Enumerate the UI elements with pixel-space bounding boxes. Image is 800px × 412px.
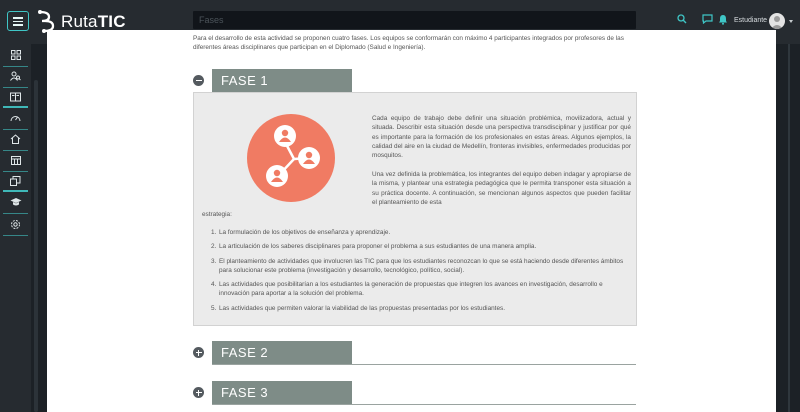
sidebar-item-calendar[interactable] (0, 150, 31, 170)
phase-2-tab[interactable]: FASE 2 (212, 341, 352, 364)
search-icon[interactable] (677, 14, 687, 24)
phase-divider (212, 404, 636, 405)
sidebar-item-dashboard[interactable] (0, 108, 31, 128)
gear-icon (11, 219, 20, 229)
sidebar-item-settings[interactable] (0, 214, 31, 234)
sidebar-item-user-search[interactable] (0, 66, 31, 86)
collapse-minus-icon[interactable] (193, 75, 204, 86)
user-avatar-icon (771, 16, 783, 29)
user-role-label[interactable]: Estudiante (734, 17, 767, 24)
phase-3-header[interactable]: FASE 3 (193, 381, 636, 405)
main-content: Para el desarrollo de esta actividad se … (47, 30, 776, 412)
expand-plus-icon[interactable] (193, 347, 204, 358)
expand-plus-icon[interactable] (193, 387, 204, 398)
phase-1-paragraph-1: Cada equipo de trabajo debe definir una … (372, 115, 631, 160)
chevron-down-icon[interactable] (789, 20, 793, 23)
phase-1-panel: Cada equipo de trabajo debe definir una … (193, 92, 637, 326)
list-item: 2. La articulación de los saberes discipl… (211, 243, 537, 251)
sidebar-item-book[interactable] (0, 87, 31, 107)
team-network-illustration-icon (247, 114, 335, 202)
grid-icon (10, 50, 21, 60)
list-item: 1. La formulación de los objetivos de ens… (211, 229, 391, 236)
avatar[interactable] (769, 13, 785, 29)
graduation-cap-icon (10, 198, 21, 206)
phase-1-tab[interactable]: FASE 1 (212, 69, 352, 92)
hamburger-menu-button[interactable] (7, 11, 29, 31)
phase-1-header[interactable]: FASE 1 (193, 69, 636, 93)
sidebar-item-layers[interactable] (0, 171, 31, 191)
phase-1-aspects-list: 1. La formulación de los objetivos de ens… (211, 228, 631, 318)
dashboard-gauge-icon (10, 116, 21, 122)
app-logo-text: RutaTIC (61, 12, 126, 31)
layers-box-icon (10, 176, 21, 186)
list-item: 4. Las actividades que posibilitarían a l… (211, 281, 603, 298)
phase-2-header[interactable]: FASE 2 (193, 341, 636, 365)
sidebar-scrollbar[interactable] (34, 80, 38, 412)
book-icon (10, 92, 21, 102)
intro-text: Para el desarrollo de esta actividad se … (193, 35, 624, 51)
home-icon (10, 134, 21, 144)
phase-3-tab[interactable]: FASE 3 (212, 381, 352, 404)
bell-icon[interactable] (718, 14, 728, 25)
chat-icon[interactable] (702, 14, 713, 24)
sidebar-item-grid[interactable] (0, 45, 31, 65)
phase-1-paragraph-2: Una vez definida la problemática, los in… (372, 171, 631, 206)
page-scroll-track (776, 44, 800, 412)
sidebar (0, 44, 31, 412)
user-search-icon (10, 71, 21, 81)
calendar-icon (10, 156, 21, 165)
phase-divider (212, 364, 636, 365)
phase-1-paragraph-2-end: estrategia: (202, 211, 232, 218)
search-input[interactable]: Fases (193, 11, 636, 29)
sidebar-scroll-track (31, 44, 47, 412)
list-item: 5. Las actividades que permiten valorar l… (211, 304, 505, 312)
sidebar-item-graduation[interactable] (0, 192, 31, 212)
page-scrollbar[interactable] (788, 44, 790, 412)
sidebar-item-home[interactable] (0, 129, 31, 149)
list-item: 3. El planteamiento de actividades que in… (211, 257, 624, 274)
